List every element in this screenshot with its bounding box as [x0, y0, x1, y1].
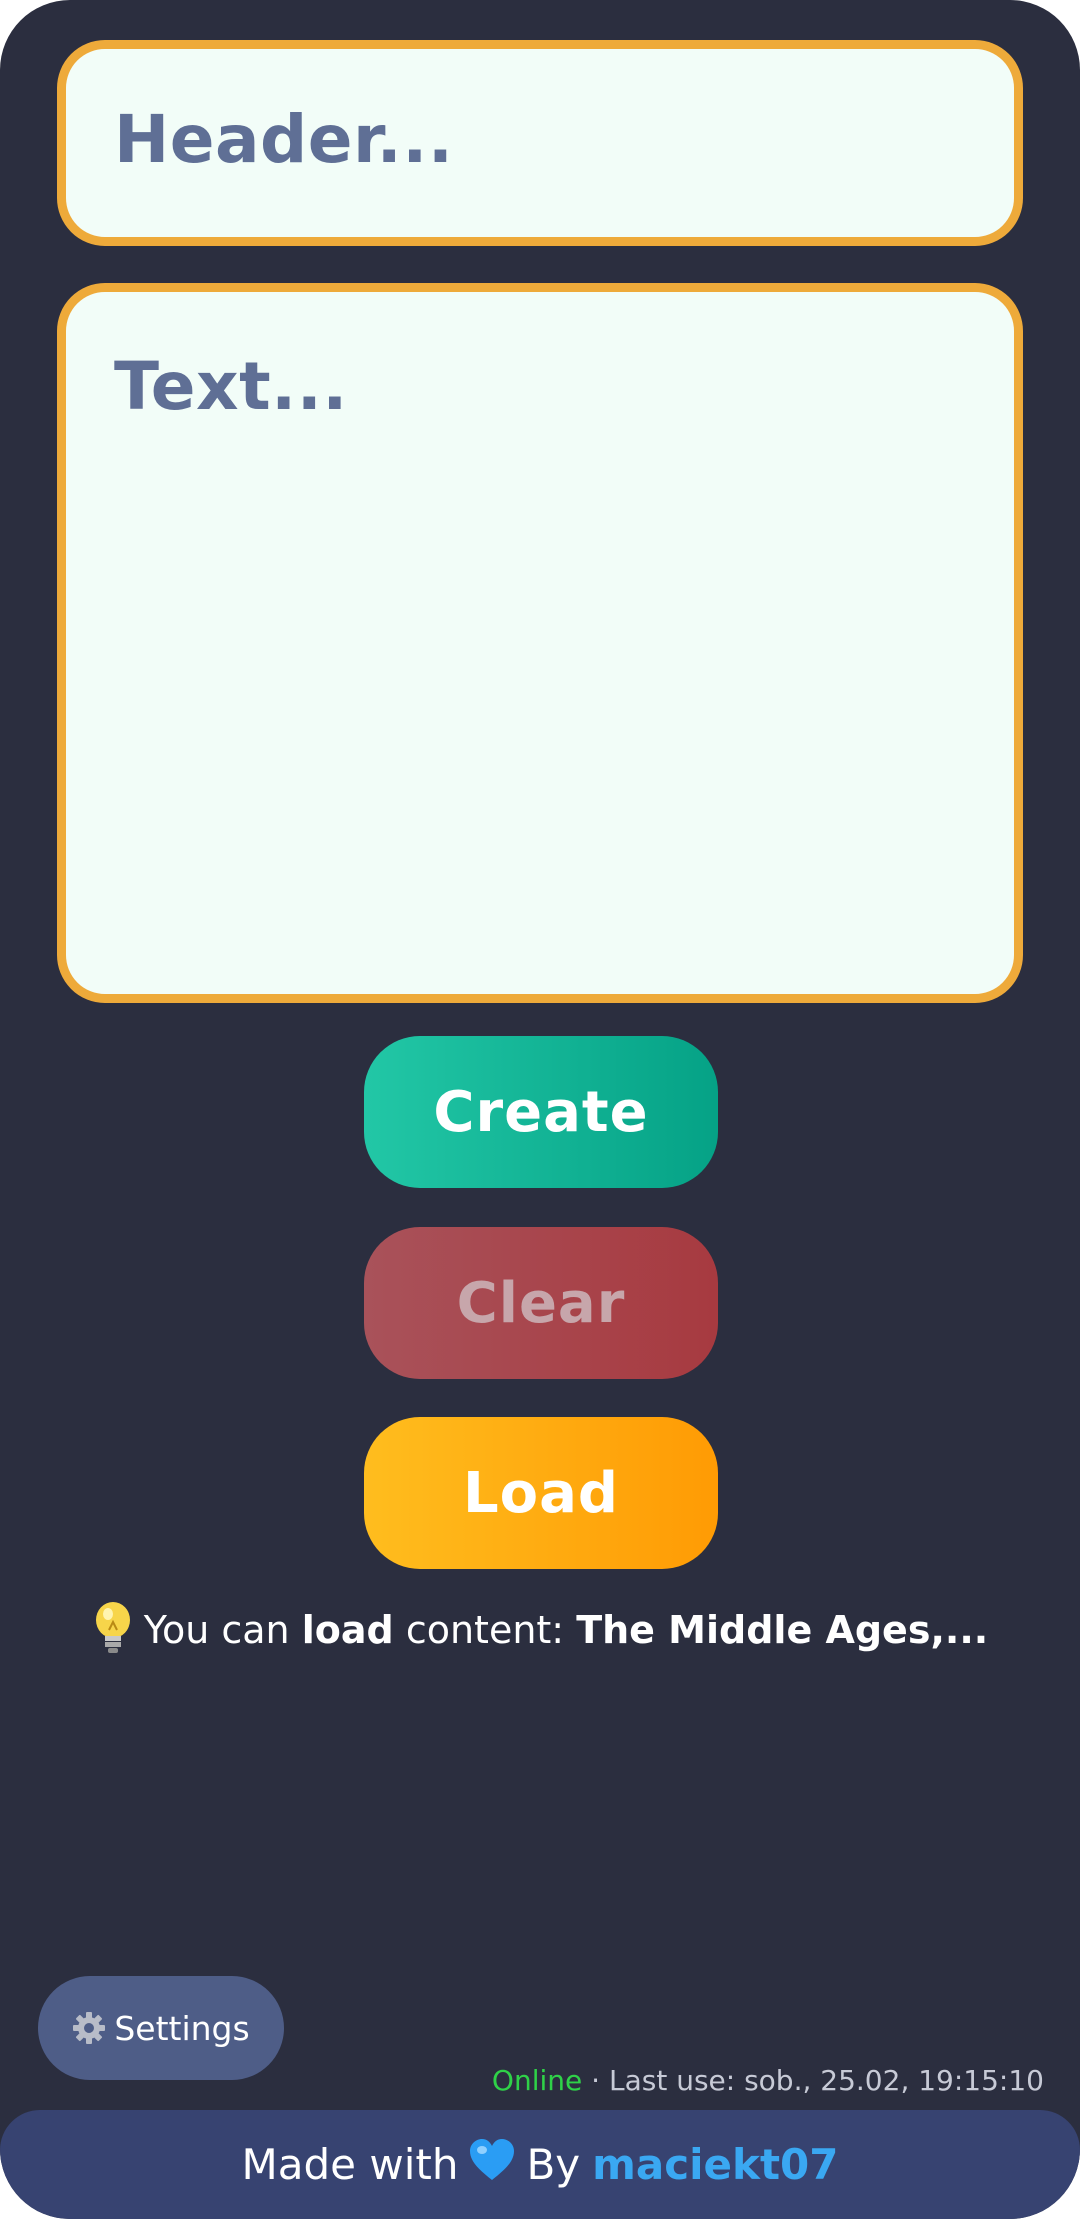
author-link[interactable]: maciekt07 — [592, 2140, 838, 2189]
tip-middle: content: — [405, 1608, 565, 1652]
load-button[interactable]: Load — [364, 1417, 718, 1569]
last-use-text: Last use: sob., 25.02, 19:15:10 — [608, 2064, 1044, 2097]
blue-heart-icon — [468, 2138, 516, 2192]
settings-label: Settings — [114, 2008, 250, 2048]
load-tip: You can load content: The Middle Ages,..… — [0, 1600, 1080, 1665]
settings-button[interactable]: Settings — [38, 1976, 284, 2080]
tip-topic: The Middle Ages,... — [576, 1608, 989, 1652]
tip-bold-word: load — [301, 1608, 394, 1652]
lightbulb-icon — [92, 1600, 134, 1665]
gear-icon — [72, 2011, 106, 2045]
header-placeholder: Header... — [114, 101, 454, 178]
text-input[interactable]: Text... — [57, 283, 1023, 1003]
status-line: Online · Last use: sob., 25.02, 19:15:10 — [492, 2064, 1044, 2097]
footer-made-with: Made with — [241, 2140, 459, 2189]
online-status: Online — [491, 2064, 583, 2097]
header-input[interactable]: Header... — [57, 40, 1023, 246]
tip-prefix: You can — [143, 1608, 290, 1652]
status-separator: · — [591, 2064, 601, 2097]
footer-by: By — [526, 2140, 581, 2189]
create-button[interactable]: Create — [364, 1036, 718, 1188]
clear-button[interactable]: Clear — [364, 1227, 718, 1379]
footer: Made with By maciekt07 — [0, 2110, 1080, 2219]
text-placeholder: Text... — [114, 348, 348, 425]
app-root: Header... Text... Create Clear Load You … — [0, 0, 1080, 2219]
